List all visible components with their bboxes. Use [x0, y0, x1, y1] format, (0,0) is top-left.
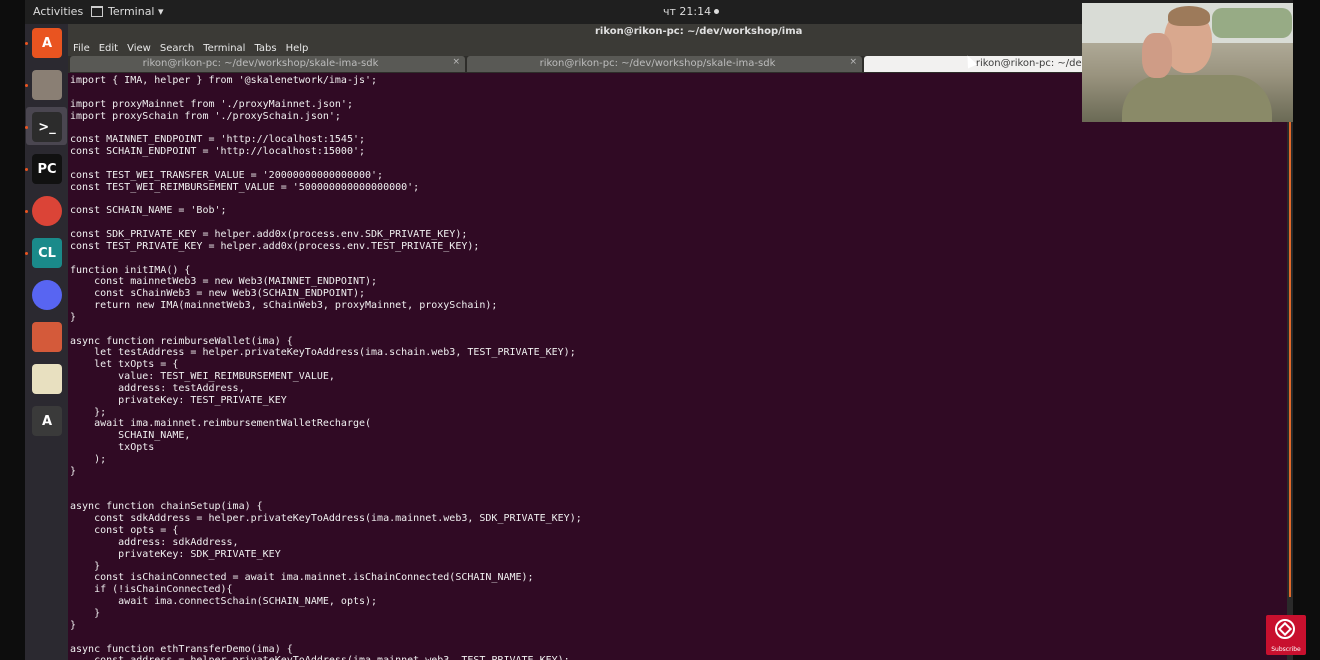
subscribe-label: Subscribe — [1271, 646, 1301, 653]
code-line: if (!isChainConnected){ — [70, 584, 233, 596]
clock-label: чт 21:14 — [663, 5, 712, 18]
webcam-person-body — [1122, 75, 1272, 122]
code-line: const SCHAIN_ENDPOINT = 'http://localhos… — [70, 146, 366, 158]
scrollbar-thumb[interactable] — [1289, 122, 1291, 597]
running-indicator — [25, 42, 28, 45]
code-line: await ima.mainnet.reimbursementWalletRec… — [70, 418, 372, 430]
menu-item-terminal[interactable]: Terminal — [203, 42, 245, 56]
menu-item-edit[interactable]: Edit — [99, 42, 118, 56]
subscribe-button[interactable]: Subscribe — [1266, 615, 1306, 655]
code-line: } — [70, 311, 77, 323]
settings-tools-icon[interactable] — [32, 322, 62, 352]
code-line: txOpts — [70, 442, 155, 454]
code-line: function initIMA() { — [70, 264, 191, 276]
running-indicator — [25, 210, 28, 213]
letterbox-right — [1293, 0, 1320, 660]
code-line: const sChainWeb3 = new Web3(SCHAIN_ENDPO… — [70, 288, 366, 300]
code-line: const mainnetWeb3 = new Web3(MAINNET_END… — [70, 276, 378, 288]
running-indicator — [25, 84, 28, 87]
code-line: async function reimburseWallet(ima) { — [70, 335, 293, 347]
code-line: const TEST_WEI_REIMBURSEMENT_VALUE = '50… — [70, 181, 420, 193]
menu-item-view[interactable]: View — [127, 42, 151, 56]
webcam-overlay — [1082, 3, 1293, 122]
chrome-icon[interactable] — [32, 196, 62, 226]
ubuntu-software-icon[interactable]: A — [32, 28, 62, 58]
terminal-icon[interactable]: >_ — [32, 112, 62, 142]
discord-icon[interactable] — [32, 280, 62, 310]
text-editor-icon[interactable] — [32, 364, 62, 394]
menu-item-help[interactable]: Help — [286, 42, 309, 56]
code-line: } — [70, 465, 77, 477]
code-line: SCHAIN_NAME, — [70, 430, 191, 442]
code-line: const opts = { — [70, 525, 179, 537]
letterbox-left — [0, 0, 25, 660]
app-menu[interactable]: Terminal ▾ — [91, 5, 164, 18]
subscribe-logo-icon — [1275, 619, 1295, 639]
running-indicator — [25, 126, 28, 129]
window-title: rikon@rikon-pc: ~/dev/workshop/ima — [595, 26, 803, 37]
code-line: address: sdkAddress, — [70, 536, 239, 548]
dock: A >_ PC CL A — [25, 24, 68, 660]
code-line: address: testAddress, — [70, 382, 245, 394]
code-text: import { IMA, helper } from '@skalenetwo… — [68, 73, 1287, 660]
running-indicator — [25, 168, 28, 171]
files-icon[interactable] — [32, 70, 62, 100]
tab-close-icon[interactable]: × — [452, 57, 460, 67]
terminal-small-icon — [91, 6, 103, 17]
code-line: const TEST_WEI_TRANSFER_VALUE = '2000000… — [70, 169, 384, 181]
code-line: return new IMA(mainnetWeb3, sChainWeb3, … — [70, 300, 498, 312]
tab-close-icon[interactable]: × — [849, 57, 857, 67]
code-line: } — [70, 619, 77, 631]
code-line: const isChainConnected = await ima.mainn… — [70, 572, 534, 584]
activities-button[interactable]: Activities — [33, 5, 83, 18]
app-menu-label: Terminal ▾ — [108, 5, 164, 18]
tab-label: rikon@rikon-pc: ~/dev/workshop/skale-ima… — [539, 58, 776, 69]
code-line: }; — [70, 406, 107, 418]
code-line: const SDK_PRIVATE_KEY = helper.add0x(pro… — [70, 228, 468, 240]
terminal-tab-2[interactable]: rikon@rikon-pc: ~/dev/workshop/skale-ima… — [467, 56, 862, 72]
code-line: async function ethTransferDemo(ima) { — [70, 643, 293, 655]
menu-item-search[interactable]: Search — [160, 42, 194, 56]
code-line: ); — [70, 454, 107, 465]
terminal-tab-1[interactable]: rikon@rikon-pc: ~/dev/workshop/skale-ima… — [70, 56, 465, 72]
tab-label: rikon@rikon-pc: ~/dev/workshop/skale-ima… — [142, 58, 379, 69]
code-line: let testAddress = helper.privateKeyToAdd… — [70, 347, 576, 359]
code-line: privateKey: TEST_PRIVATE_KEY — [70, 394, 287, 406]
webcam-person-hair — [1168, 6, 1210, 26]
code-line: } — [70, 560, 101, 572]
clock[interactable]: чт 21:14 — [663, 5, 720, 18]
code-line: const SCHAIN_NAME = 'Bob'; — [70, 205, 227, 217]
code-line: } — [70, 607, 101, 619]
status-dot-icon — [714, 9, 720, 14]
menu-item-file[interactable]: File — [73, 42, 90, 56]
code-line: const MAINNET_ENDPOINT = 'http://localho… — [70, 134, 366, 146]
terminal-content[interactable]: import { IMA, helper } from '@skalenetwo… — [68, 73, 1287, 660]
webcam-plant — [1212, 8, 1292, 38]
code-line: const sdkAddress = helper.privateKeyToAd… — [70, 513, 582, 525]
code-line: value: TEST_WEI_REIMBURSEMENT_VALUE, — [70, 371, 335, 383]
running-indicator — [25, 252, 28, 255]
code-line: await ima.connectSchain(SCHAIN_NAME, opt… — [70, 596, 378, 608]
pycharm-icon[interactable]: PC — [32, 154, 62, 184]
clion-icon[interactable]: CL — [32, 238, 62, 268]
software-updater-icon[interactable]: A — [32, 406, 62, 436]
code-line: const address = helper.privateKeyToAddre… — [70, 655, 1287, 660]
code-line: privateKey: SDK_PRIVATE_KEY — [70, 548, 281, 560]
code-line: let txOpts = { — [70, 359, 179, 371]
menu-item-tabs[interactable]: Tabs — [254, 42, 276, 56]
webcam-person-hand — [1142, 33, 1172, 78]
code-line: const TEST_PRIVATE_KEY = helper.add0x(pr… — [70, 240, 480, 252]
code-line: async function chainSetup(ima) { — [70, 501, 263, 513]
